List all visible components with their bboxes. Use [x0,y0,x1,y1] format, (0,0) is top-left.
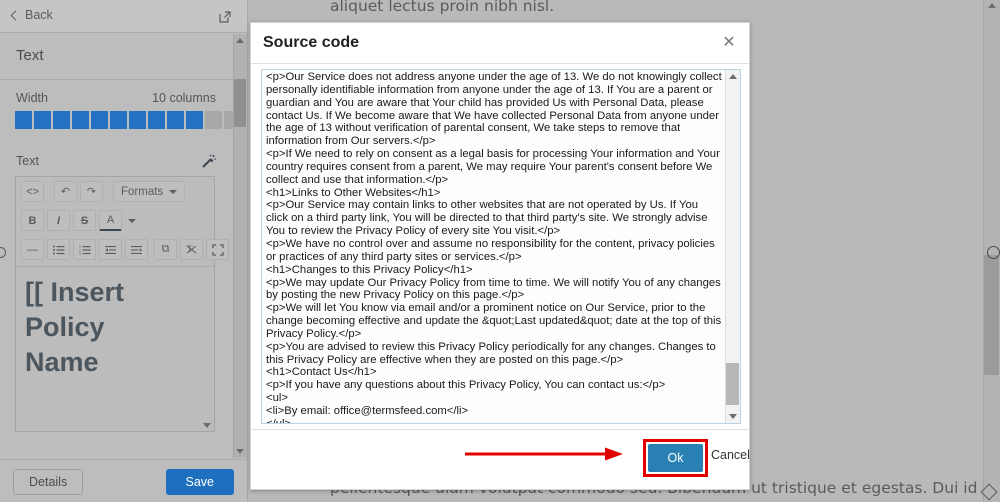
source-code-value: <p>Our Service does not address anyone u… [266,71,722,424]
text-field-label-row: Text [16,154,216,168]
page-badge-icon [987,246,1000,259]
source-code-button[interactable]: <> [21,181,44,202]
sidebar-scroll-down-icon[interactable] [236,449,244,454]
source-code-dialog: Source code ✕ <p>Our Service does not ad… [250,22,750,490]
magic-wand-icon[interactable] [202,154,216,168]
page-scrollbar-thumb[interactable] [984,255,999,375]
sidebar-title-bar: Text [0,33,247,80]
undo-button[interactable]: ↶ [54,181,77,202]
dialog-title: Source code [263,34,360,51]
sidebar-body: Width 10 columns Text <> ↶ ↷ Formats B I… [0,80,247,458]
dialog-header: Source code ✕ [251,23,749,64]
italic-button[interactable]: I [47,210,70,231]
width-segment[interactable] [15,111,32,129]
text-color-button[interactable]: A [99,210,122,231]
width-segment[interactable] [167,111,184,129]
editor-toolbar-row-3: — 1 2 3 ⧉ T [16,235,229,264]
formats-dropdown[interactable]: Formats [113,181,186,202]
textarea-scrollbar[interactable] [725,70,740,423]
editor-content-area[interactable]: [[ Insert Policy Name [16,267,214,380]
back-button[interactable]: Back [10,8,53,22]
chevron-down-icon[interactable] [128,218,136,223]
svg-text:3: 3 [79,252,81,255]
sidebar-scrollbar[interactable] [233,34,247,458]
bold-button[interactable]: B [21,210,44,231]
source-code-input[interactable]: <p>Our Service does not address anyone u… [261,69,741,424]
width-segment[interactable] [53,111,70,129]
sidebar-scroll-up-icon[interactable] [236,38,244,43]
strikethrough-button[interactable]: S [73,210,96,231]
width-label: Width [16,91,48,105]
link-button[interactable]: ⧉ [154,239,177,260]
width-setting-row: Width 10 columns [16,91,216,105]
width-segment[interactable] [148,111,165,129]
width-segment[interactable] [72,111,89,129]
sidebar-scrollbar-thumb[interactable] [234,79,246,127]
width-segment[interactable] [34,111,51,129]
horizontal-rule-button[interactable]: — [21,239,44,260]
textarea-scroll-up-icon[interactable] [729,74,737,79]
editor-scroll-down-icon[interactable] [203,423,211,428]
width-segment[interactable] [186,111,203,129]
fullscreen-button[interactable] [206,239,229,260]
editor-toolbar-row-1: <> ↶ ↷ Formats [16,177,214,206]
ok-button-highlight: Ok [643,439,708,477]
sidebar-header: Back [0,0,247,33]
open-external-icon[interactable] [218,10,232,24]
red-arrow-icon [465,447,623,461]
page-title: Text [16,47,44,64]
text-field-label: Text [16,154,39,168]
numbered-list-button[interactable]: 1 2 3 [73,239,96,260]
width-segment[interactable] [129,111,146,129]
width-segment[interactable] [91,111,108,129]
width-value: 10 columns [152,91,216,105]
cancel-button[interactable]: Cancel [711,448,750,462]
back-button-label: Back [25,8,53,22]
width-segment[interactable] [205,111,222,129]
ok-button[interactable]: Ok [648,444,703,472]
dialog-body: <p>Our Service does not address anyone u… [251,64,749,424]
rich-text-editor[interactable]: <> ↶ ↷ Formats B I S A — 1 2 3 ⧉ T [[In… [15,176,229,432]
formats-dropdown-label: Formats [121,185,164,198]
width-column-selector[interactable] [15,111,241,129]
sidebar-footer: Details Save [0,459,247,502]
indent-button[interactable] [125,239,148,260]
background-top-line: aliquet lectus proin nibh nisl. [330,0,555,15]
details-button[interactable]: Details [13,469,84,495]
redo-button[interactable]: ↷ [80,181,103,202]
save-button[interactable]: Save [165,469,234,495]
outdent-button[interactable] [99,239,122,260]
left-sidebar-panel: Back Text Width 10 columns Text <> ↶ ↷ F… [0,0,248,502]
chevron-left-icon [10,10,21,20]
width-segment[interactable] [110,111,127,129]
close-icon[interactable]: ✕ [719,33,739,53]
bullet-list-button[interactable] [47,239,70,260]
scroll-up-arrow-icon[interactable] [988,3,996,8]
textarea-scroll-down-icon[interactable] [729,414,737,419]
clear-formatting-button[interactable]: T [180,239,203,260]
chevron-down-icon [169,189,178,194]
editor-toolbar-row-2: B I S A [16,206,214,235]
textarea-scrollbar-thumb[interactable] [726,363,739,405]
